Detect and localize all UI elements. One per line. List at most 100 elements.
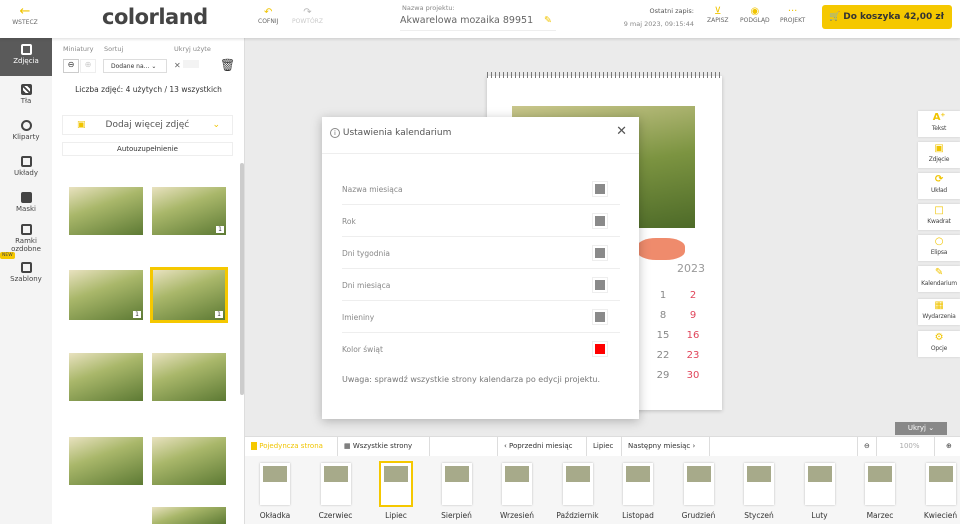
gears-icon: ⚙: [934, 332, 944, 343]
tool-square[interactable]: □ Kwadrat: [918, 204, 960, 230]
download-icon: ⊻: [714, 6, 722, 17]
single-page-button[interactable]: Pojedyncza strona: [245, 437, 338, 457]
photo-thumb[interactable]: [69, 437, 143, 485]
page-thumb[interactable]: [379, 461, 413, 507]
rail-templates[interactable]: NEW Szablony: [0, 252, 52, 294]
pencil-icon: ✎: [544, 15, 552, 26]
rail-backgrounds[interactable]: Tła: [0, 78, 52, 116]
photo-thumb-selected[interactable]: 1: [150, 267, 228, 323]
color-swatch[interactable]: [592, 309, 608, 325]
sort-select[interactable]: Dodane na... ⌄: [103, 59, 167, 73]
circle-icon: ○: [934, 236, 944, 247]
more-icon: ···: [787, 6, 798, 17]
preview-button[interactable]: ◉ PODGLĄD: [740, 6, 770, 24]
color-swatch[interactable]: [592, 181, 608, 197]
trash-icon[interactable]: 🗑: [220, 58, 235, 72]
eye-icon: ◉: [750, 6, 760, 17]
page-thumb[interactable]: [441, 463, 472, 505]
zoom-in-thumbs-icon[interactable]: ⊕: [80, 59, 96, 73]
tool-ellipse[interactable]: ○ Elipsa: [918, 235, 960, 261]
add-more-photos-button[interactable]: ▣ Dodaj więcej zdjęć ⌄: [62, 115, 233, 135]
hide-used-toggle[interactable]: ✕: [174, 60, 204, 73]
tool-photo[interactable]: ▣ Zdjęcie: [918, 142, 960, 168]
tool-text[interactable]: A⁺ Tekst: [918, 111, 960, 137]
photo-thumb[interactable]: [69, 353, 143, 401]
calendar-settings-modal: i Ustawienia kalendarium ✕ Nazwa miesiąc…: [322, 117, 639, 419]
tool-options[interactable]: ⚙ Opcje: [918, 331, 960, 357]
project-name-input[interactable]: Akwarelowa mozaika 89951 ✎: [400, 15, 556, 31]
grid-icon: ▦: [344, 442, 351, 450]
page-thumb[interactable]: [260, 463, 290, 505]
zoom-in-icon[interactable]: ⊕: [940, 437, 958, 457]
save-button[interactable]: ⊻ ZAPISZ: [707, 6, 729, 24]
photo-thumb[interactable]: [69, 187, 143, 235]
undo-button[interactable]: ↶ COFNIJ: [258, 7, 278, 25]
autofill-button[interactable]: Autouzupełnienie: [62, 142, 233, 156]
project-name-value: Akwarelowa mozaika 89951: [400, 15, 534, 26]
setting-name-days: Imieniny: [342, 301, 620, 333]
chevron-down-icon: ⌄: [928, 424, 935, 432]
page-thumb-label: Luty: [811, 511, 828, 520]
page-thumb[interactable]: [623, 463, 653, 505]
arrow-left-icon: ←: [19, 4, 31, 19]
tool-events[interactable]: ▦ Wydarzenia: [918, 299, 960, 325]
page-thumb[interactable]: [502, 463, 532, 505]
photo-thumb[interactable]: [152, 507, 226, 524]
page-thumb[interactable]: [683, 463, 714, 505]
project-menu-button[interactable]: ··· PROJEKT: [780, 6, 805, 24]
calendar-column-sunday: 2 9 16 23 30: [686, 290, 700, 381]
square-icon: □: [934, 205, 944, 216]
refresh-icon: ⟳: [934, 174, 944, 185]
page-thumb[interactable]: [320, 463, 351, 505]
page-thumb[interactable]: [562, 463, 593, 505]
frame-icon: [20, 224, 32, 235]
photo-thumb[interactable]: 1: [69, 270, 143, 320]
setting-month-days: Dni miesiąca: [342, 269, 620, 301]
page-thumb[interactable]: [925, 463, 956, 505]
page-thumb[interactable]: [865, 463, 895, 505]
top-bar: ← WSTECZ colorland ↶ COFNIJ ↷ POWTÓRZ Nazw…: [0, 0, 960, 38]
back-button[interactable]: ← WSTECZ: [10, 4, 40, 27]
next-month-button[interactable]: Następny miesiąc ›: [622, 437, 710, 457]
logo: colorland: [102, 5, 208, 29]
zoom-out-icon[interactable]: ⊖: [857, 437, 877, 457]
watercolor-decoration: [637, 238, 685, 260]
rail-layouts[interactable]: Układy: [0, 150, 52, 188]
page-thumb[interactable]: [744, 463, 774, 505]
panel-scrollbar[interactable]: [240, 163, 244, 395]
tool-layout[interactable]: ⟳ Układ: [918, 173, 960, 199]
price: 42,00 zł: [903, 12, 944, 22]
new-badge: NEW: [0, 252, 15, 259]
close-icon[interactable]: ✕: [616, 124, 627, 139]
color-swatch[interactable]: [592, 245, 608, 261]
photo-thumb[interactable]: 1: [152, 187, 226, 235]
all-pages-button[interactable]: ▦ Wszystkie strony: [338, 437, 430, 457]
setting-holiday-color: Kolor świąt: [342, 333, 620, 365]
page-thumb-label: Marzec: [866, 511, 894, 520]
color-swatch[interactable]: [592, 213, 608, 229]
rail-photos[interactable]: Zdjęcia: [0, 38, 52, 76]
prev-month-button[interactable]: ‹ Poprzedni miesiąc: [497, 437, 587, 457]
add-to-cart-button[interactable]: 🛒 Do koszyka 42,00 zł: [822, 5, 952, 29]
calendar-icon: ▦: [934, 300, 944, 311]
page-thumb[interactable]: [804, 463, 835, 505]
setting-year: Rok: [342, 205, 620, 237]
project-name-label: Nazwa projektu:: [402, 4, 455, 12]
mask-icon: [20, 192, 32, 203]
redo-button[interactable]: ↷ POWTÓRZ: [292, 7, 323, 25]
rail-cliparts[interactable]: Kliparty: [0, 114, 52, 152]
tool-calendar[interactable]: ✎ Kalendarium: [918, 266, 960, 292]
hide-bottom-button[interactable]: Ukryj ⌄: [895, 422, 947, 435]
zoom-level: 100%: [885, 437, 935, 457]
page-thumb-label: Styczeń: [744, 511, 774, 520]
sort-label: Sortuj: [104, 45, 124, 53]
color-swatch[interactable]: [592, 277, 608, 293]
zoom-out-thumbs-icon[interactable]: ⊖: [63, 59, 79, 73]
brush-icon: ✎: [934, 267, 944, 278]
photo-count: Liczba zdjęć: 4 użytych / 13 wszystkich: [75, 85, 222, 94]
photo-thumb[interactable]: [152, 437, 226, 485]
setting-month-name: Nazwa miesiąca: [342, 173, 620, 205]
page-thumb-label: Grudzień: [681, 511, 716, 520]
photo-thumb[interactable]: [152, 353, 226, 401]
color-swatch[interactable]: [592, 341, 608, 357]
